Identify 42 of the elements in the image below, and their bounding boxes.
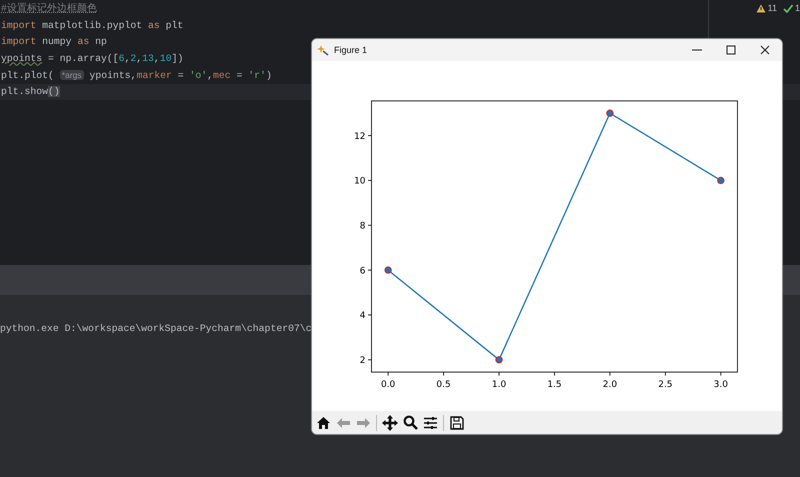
zoom-button[interactable] bbox=[401, 414, 419, 432]
warning-icon bbox=[756, 4, 766, 12]
y-tick-label: 10 bbox=[354, 176, 366, 187]
terminal-line: python.exe D:\workspace\workSpace-Pycharm\chapter07\c bbox=[0, 322, 312, 336]
x-tick-label: 0.5 bbox=[436, 380, 451, 390]
ok-count[interactable]: 1 bbox=[782, 2, 800, 14]
maximize-icon bbox=[726, 45, 736, 55]
y-tick-label: 4 bbox=[360, 311, 366, 322]
y-tick bbox=[368, 314, 372, 316]
sparkle-icon bbox=[317, 44, 329, 56]
window-title: Figure 1 bbox=[334, 45, 368, 55]
x-tick-label: 3.0 bbox=[714, 380, 728, 390]
code-line: #设置标记外边框颜色 bbox=[0, 2, 97, 16]
x-tick-label: 2.0 bbox=[602, 380, 618, 390]
y-tick bbox=[368, 359, 372, 360]
close-icon bbox=[760, 45, 770, 55]
x-tick bbox=[664, 372, 666, 376]
x-tick bbox=[554, 372, 555, 376]
y-tick-label: 6 bbox=[360, 266, 366, 276]
x-tick bbox=[720, 372, 722, 376]
warning-count[interactable]: 11 bbox=[756, 2, 777, 14]
x-tick bbox=[498, 372, 500, 376]
code-line: import numpy as np bbox=[0, 35, 107, 49]
x-tick-label: 1.5 bbox=[547, 380, 562, 390]
code-line: ypoints = np.array([6,2,13,10]) bbox=[0, 52, 184, 66]
y-tick-label: 8 bbox=[360, 221, 366, 232]
y-tick bbox=[368, 135, 372, 136]
y-tick bbox=[368, 224, 372, 226]
save-button[interactable] bbox=[448, 414, 466, 432]
x-tick-label: 0.0 bbox=[381, 380, 396, 390]
y-tick bbox=[368, 270, 372, 271]
y-tick-label: 12 bbox=[354, 132, 366, 142]
x-tick bbox=[443, 372, 444, 376]
code-line: plt.plot( *args ypoints,marker = 'o',mec = 'r') bbox=[0, 69, 272, 83]
x-tick-label: 1.0 bbox=[492, 380, 506, 390]
pan-button[interactable] bbox=[381, 414, 399, 432]
x-tick bbox=[388, 372, 389, 376]
y-tick bbox=[368, 180, 372, 181]
check-icon bbox=[782, 4, 793, 12]
code-line: import matplotlib.pyplot as plt bbox=[0, 18, 184, 32]
y-tick-label: 2 bbox=[360, 356, 366, 366]
x-tick-label: 2.5 bbox=[658, 380, 672, 390]
